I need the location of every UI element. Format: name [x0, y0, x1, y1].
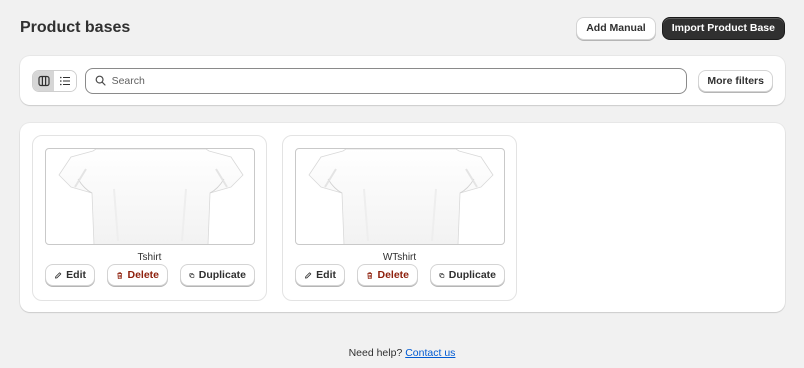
duplicate-label: Duplicate	[448, 269, 496, 281]
edit-button[interactable]: Edit	[45, 264, 95, 286]
product-card: WTshirt Edit Delete Duplicate	[282, 135, 517, 301]
tshirt-image	[308, 149, 494, 244]
product-grid: Tshirt Edit Delete Duplicate WTshirt Edi…	[20, 123, 785, 312]
grid-view-button[interactable]	[33, 70, 55, 91]
more-filters-button[interactable]: More filters	[698, 69, 773, 92]
pencil-icon	[305, 271, 312, 279]
tshirt-image	[58, 149, 244, 244]
list-view-button[interactable]	[54, 70, 76, 91]
duplicate-icon	[439, 272, 445, 278]
page-header: Product bases Add Manual Import Product …	[20, 16, 785, 40]
help-text: Need help?	[348, 347, 403, 359]
product-image	[295, 148, 505, 245]
trash-icon	[367, 271, 373, 279]
edit-label: Edit	[316, 269, 336, 281]
edit-button[interactable]: Edit	[295, 264, 345, 286]
product-card: Tshirt Edit Delete Duplicate	[32, 135, 267, 301]
page-title: Product bases	[20, 19, 131, 36]
trash-icon	[117, 271, 123, 279]
edit-label: Edit	[66, 269, 86, 281]
card-actions: Edit Delete Duplicate	[45, 264, 257, 288]
delete-button[interactable]: Delete	[357, 264, 418, 286]
product-name: Tshirt	[137, 252, 162, 263]
import-product-base-button[interactable]: Import Product Base	[661, 16, 785, 40]
delete-label: Delete	[377, 269, 409, 281]
search-input[interactable]	[111, 74, 672, 87]
duplicate-button[interactable]: Duplicate	[180, 264, 255, 286]
delete-button[interactable]: Delete	[107, 264, 168, 286]
header-actions: Add Manual Import Product Base	[576, 16, 785, 40]
grid-view-icon	[38, 75, 50, 86]
footer: Need help? Contact us	[0, 347, 804, 359]
duplicate-icon	[189, 272, 195, 278]
delete-label: Delete	[127, 269, 159, 281]
add-manual-button[interactable]: Add Manual	[576, 16, 656, 40]
product-image	[45, 148, 255, 245]
card-actions: Edit Delete Duplicate	[295, 264, 507, 288]
search-field[interactable]	[84, 67, 688, 94]
pencil-icon	[55, 271, 62, 279]
search-icon	[95, 75, 106, 86]
duplicate-button[interactable]: Duplicate	[430, 264, 505, 286]
contact-us-link[interactable]: Contact us	[405, 347, 455, 359]
product-name: WTshirt	[382, 252, 417, 263]
filter-bar: More filters	[20, 56, 785, 105]
list-view-icon	[59, 76, 70, 85]
duplicate-label: Duplicate	[198, 269, 246, 281]
view-toggle	[32, 69, 77, 92]
